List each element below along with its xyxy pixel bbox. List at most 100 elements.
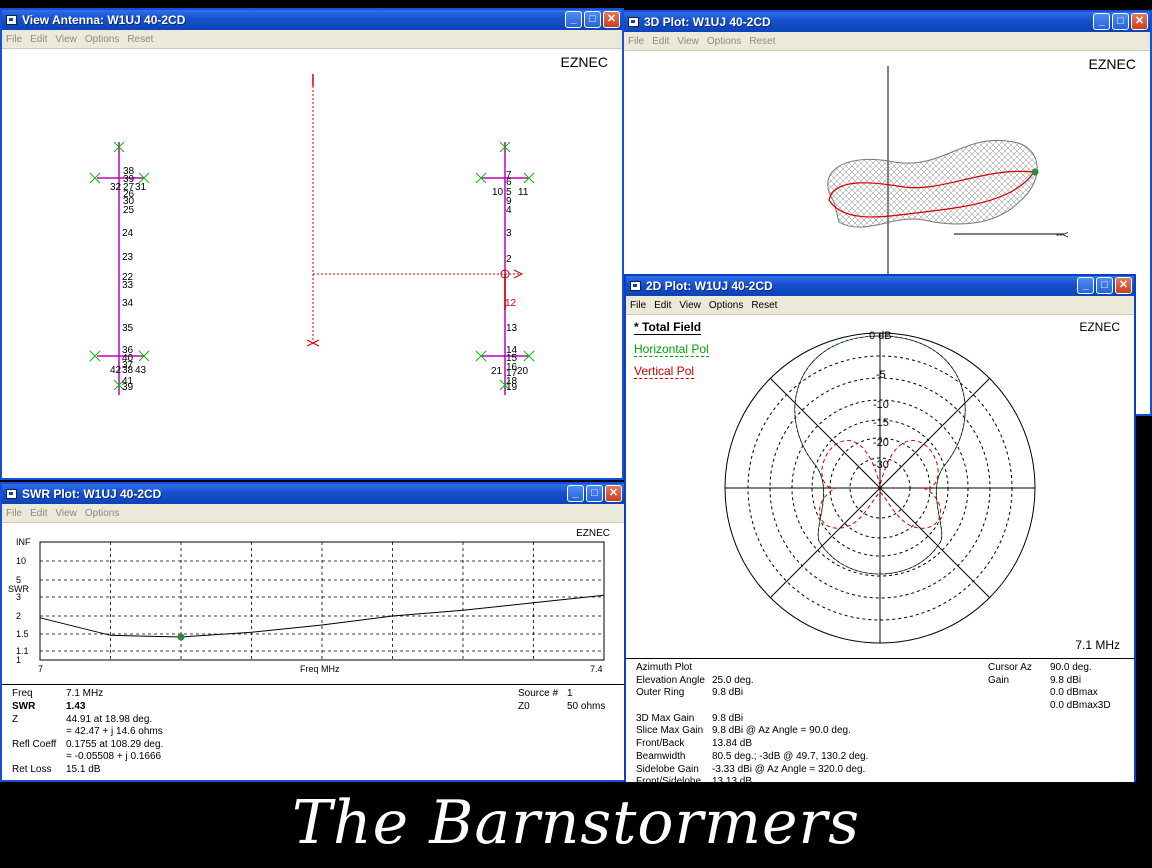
wire-label: 35: [122, 323, 134, 334]
info-key: Elevation Angle: [636, 674, 705, 686]
refl-coeff-rect: = -0.05508 + j 0.1666: [66, 751, 162, 762]
info-row: Outer Ring 9.8 dBi: [636, 687, 868, 700]
window-title: 3D Plot: W1UJ 40-2CD: [644, 15, 771, 29]
refl-coeff-label: Refl Coeff: [12, 739, 57, 750]
maximize-button[interactable]: □: [584, 11, 601, 28]
source-value: 1: [567, 688, 573, 699]
swr-chart[interactable]: INF105321.51.11 SWR 7 Freq MHz 7.4: [2, 524, 622, 684]
maximize-button[interactable]: □: [1112, 13, 1129, 30]
info-row: Azimuth Plot: [636, 662, 868, 675]
menu-reset[interactable]: Reset: [751, 300, 777, 311]
menu-file[interactable]: File: [6, 508, 22, 519]
menu-file[interactable]: File: [630, 300, 646, 311]
ring-label: -30: [873, 459, 889, 471]
info-key: Azimuth Plot: [636, 662, 693, 673]
view-antenna-titlebar[interactable]: View Antenna: W1UJ 40-2CD _ □ ✕: [2, 10, 622, 30]
menu-edit[interactable]: Edit: [654, 300, 671, 311]
menu-file[interactable]: File: [6, 34, 22, 45]
maximize-button[interactable]: □: [1096, 277, 1113, 294]
menu-options[interactable]: Options: [709, 300, 743, 311]
wire-label: 19: [506, 382, 518, 393]
close-button[interactable]: ✕: [1131, 13, 1148, 30]
wire-label: 13: [506, 323, 518, 334]
info-key: Cursor Az: [988, 662, 1032, 673]
info-value: 0.0 dBmax: [1050, 687, 1098, 699]
info-row: Elevation Angle 25.0 deg.: [636, 675, 868, 688]
window-app-icon: [628, 17, 639, 27]
menu-view[interactable]: View: [677, 36, 699, 47]
menu-edit[interactable]: Edit: [30, 508, 47, 519]
info-key: Sidelobe Gain: [636, 763, 699, 775]
wire-label: 42: [110, 365, 122, 376]
swr-x-axis-label: Freq MHz: [300, 664, 340, 674]
info-row: 0.0 dBmax3D: [988, 700, 1111, 713]
swr-window[interactable]: SWR Plot: W1UJ 40-2CD _ □ ✕ File Edit Vi…: [0, 482, 626, 782]
plot2d-menubar: File Edit View Options Reset: [626, 296, 1134, 315]
swr-titlebar[interactable]: SWR Plot: W1UJ 40-2CD _ □ ✕: [2, 484, 624, 504]
polar-plot[interactable]: 0 dB -5 -10 -15 -20 -30: [626, 316, 1134, 656]
z-value-polar: 44.91 at 18.98 deg.: [66, 714, 153, 725]
info-value: 13.84 dB: [712, 738, 753, 750]
menu-reset[interactable]: Reset: [749, 36, 775, 47]
wire-label: 31: [135, 182, 147, 193]
info-value: 25.0 deg.: [712, 674, 754, 686]
swr-y-tick: 2: [16, 611, 21, 621]
plot3d-titlebar[interactable]: 3D Plot: W1UJ 40-2CD _ □ ✕: [624, 12, 1150, 32]
menu-reset[interactable]: Reset: [127, 34, 153, 45]
wire-label: 34: [122, 298, 134, 309]
z0-label: Z0: [518, 701, 530, 712]
plot2d-window[interactable]: 2D Plot: W1UJ 40-2CD _ □ ✕ File Edit Vie…: [624, 274, 1136, 796]
swr-menubar: File Edit View Options: [2, 504, 624, 523]
window-title: 2D Plot: W1UJ 40-2CD: [646, 279, 773, 293]
close-button[interactable]: ✕: [1115, 277, 1132, 294]
desktop-top-strip: [0, 0, 1152, 8]
window-app-icon: [6, 15, 17, 25]
info-key: [988, 700, 1050, 713]
view-antenna-window[interactable]: View Antenna: W1UJ 40-2CD _ □ ✕ File Edi…: [0, 8, 624, 480]
maximize-button[interactable]: □: [586, 485, 603, 502]
info-value: 9.8 dBi: [712, 687, 744, 699]
menu-view[interactable]: View: [679, 300, 701, 311]
swr-x-start-label: 7: [38, 664, 43, 674]
close-button[interactable]: ✕: [605, 485, 622, 502]
menu-edit[interactable]: Edit: [30, 34, 47, 45]
wire-label: 23: [122, 252, 134, 263]
menu-view[interactable]: View: [55, 34, 77, 45]
plot2d-titlebar[interactable]: 2D Plot: W1UJ 40-2CD _ □ ✕: [626, 276, 1134, 296]
swr-x-end-label: 7.4: [590, 664, 603, 674]
info-value: 9.8 dBi @ Az Angle = 90.0 deg.: [712, 725, 851, 737]
ring-label: -20: [873, 437, 889, 449]
wire-label: 12: [505, 298, 517, 309]
antenna-view-canvas[interactable]: 38 39 32 27 26 31 30 25 24 23 22 33 34 3…: [2, 50, 622, 480]
menu-options[interactable]: Options: [85, 508, 119, 519]
info-key: [988, 687, 1050, 700]
info-row: [636, 700, 868, 713]
minimize-button[interactable]: _: [567, 485, 584, 502]
swr-y-tick: 10: [16, 556, 26, 566]
info-row: Sidelobe Gain -3.33 dBi @ Az Angle = 320.…: [636, 764, 868, 777]
z-label: Z: [12, 714, 19, 725]
menu-view[interactable]: View: [55, 508, 77, 519]
minimize-button[interactable]: _: [1077, 277, 1094, 294]
window-app-icon: [6, 489, 17, 499]
info-key: 3D Max Gain: [636, 712, 695, 724]
info-row: Gain 9.8 dBi: [988, 675, 1111, 688]
minimize-button[interactable]: _: [1093, 13, 1110, 30]
close-button[interactable]: ✕: [603, 11, 620, 28]
menu-options[interactable]: Options: [707, 36, 741, 47]
menu-options[interactable]: Options: [85, 34, 119, 45]
wire-label: 32: [110, 182, 122, 193]
info-key: Gain: [988, 674, 1010, 686]
menu-edit[interactable]: Edit: [652, 36, 669, 47]
wire-label: 25: [123, 205, 135, 216]
wire-label: 4: [506, 205, 512, 216]
info-key: Slice Max Gain: [636, 725, 704, 737]
ring-label: -10: [873, 399, 889, 411]
info-value: 90.0 deg.: [1050, 662, 1092, 673]
minimize-button[interactable]: _: [565, 11, 582, 28]
menu-file[interactable]: File: [628, 36, 644, 47]
window-title: SWR Plot: W1UJ 40-2CD: [22, 487, 162, 501]
swr-plot-area: [39, 541, 605, 661]
wire-label: 39: [122, 382, 134, 393]
swr-y-tick: 1.5: [16, 629, 29, 639]
